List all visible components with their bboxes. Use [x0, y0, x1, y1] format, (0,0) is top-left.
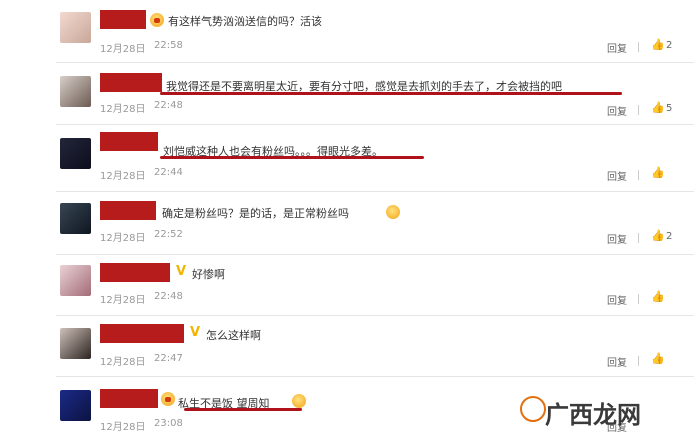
crown-badge-icon	[161, 392, 175, 406]
comment-date: 12月28日	[100, 104, 146, 115]
comment-item: 刘恺威这种人也会有粉丝吗。。。得眼光多差。 12月28日 22:44 回复 👍	[0, 124, 700, 194]
redacted-username	[100, 263, 170, 282]
user-avatar[interactable]	[60, 390, 91, 421]
user-avatar[interactable]	[60, 76, 91, 107]
comment-list: 有这样气势汹汹送信的吗？活该 12月28日 22:58 回复 👍 2 我觉得还是…	[0, 0, 700, 441]
redacted-username	[100, 201, 156, 220]
user-avatar[interactable]	[60, 328, 91, 359]
redacted-username	[100, 324, 184, 343]
like-icon[interactable]: 👍	[651, 229, 665, 242]
comment-time: 22:52	[154, 229, 183, 240]
comment-date: 12月28日	[100, 44, 146, 55]
comment-date: 12月28日	[100, 171, 146, 182]
comment-item: 我觉得还是不要离明星太近，要有分寸吧，感觉是去抓刘的手去了，才会被挡的吧 12月…	[0, 62, 700, 125]
comment-text: 有这样气势汹汹送信的吗？活该	[168, 15, 322, 28]
comment-item: 确定是粉丝吗？是的话，是正常粉丝吗 12月28日 22:52 回复 👍 2	[0, 191, 700, 257]
comment-underline	[160, 156, 424, 159]
user-avatar[interactable]	[60, 138, 91, 169]
comment-date: 12月28日	[100, 357, 146, 368]
reply-button[interactable]: 回复	[607, 354, 627, 369]
comment-item: V 好惨啊 12月28日 22:48 回复 👍	[0, 254, 700, 316]
reply-button[interactable]: 回复	[607, 168, 627, 183]
comment-underline	[184, 408, 302, 411]
reply-button[interactable]: 回复	[607, 292, 627, 307]
comment-underline	[160, 92, 622, 95]
redacted-username	[100, 73, 162, 92]
v-badge-icon: V	[190, 325, 201, 340]
like-icon[interactable]: 👍	[651, 38, 665, 51]
action-separator	[638, 170, 639, 180]
redacted-username	[100, 389, 158, 408]
action-separator	[638, 42, 639, 52]
user-avatar[interactable]	[60, 265, 91, 296]
watermark: 广西龙网	[545, 401, 641, 429]
like-icon[interactable]: 👍	[651, 166, 665, 179]
action-separator	[638, 294, 639, 304]
comment-time: 23:08	[154, 418, 183, 429]
comment-date: 12月28日	[100, 295, 146, 306]
comment-text: 好惨啊	[192, 268, 225, 281]
like-count: 5	[666, 103, 673, 114]
comment-time: 22:44	[154, 167, 183, 178]
comment-text: 确定是粉丝吗？是的话，是正常粉丝吗	[162, 207, 349, 220]
comment-time: 22:58	[154, 40, 183, 51]
action-separator	[638, 356, 639, 366]
comment-item: V 怎么这样啊 12月28日 22:47 回复 👍	[0, 316, 700, 378]
comment-time: 22:48	[154, 291, 183, 302]
comment-item: 有这样气势汹汹送信的吗？活该 12月28日 22:58 回复 👍 2	[0, 0, 700, 63]
redacted-username	[100, 10, 146, 29]
reply-button[interactable]: 回复	[607, 103, 627, 118]
v-badge-icon: V	[176, 264, 187, 279]
redacted-username	[100, 132, 158, 151]
like-count: 2	[666, 231, 673, 242]
comment-date: 12月28日	[100, 233, 146, 244]
action-separator	[638, 105, 639, 115]
user-avatar[interactable]	[60, 203, 91, 234]
like-icon[interactable]: 👍	[651, 352, 665, 365]
reply-button[interactable]: 回复	[607, 40, 627, 55]
site-logo-icon	[520, 396, 546, 422]
user-avatar[interactable]	[60, 12, 91, 43]
crown-badge-icon	[150, 13, 164, 27]
like-icon[interactable]: 👍	[651, 290, 665, 303]
like-count: 2	[666, 40, 673, 51]
laughing-emoji-icon	[386, 205, 400, 219]
comment-text: 怎么这样啊	[206, 329, 261, 342]
like-icon[interactable]: 👍	[651, 101, 665, 114]
comment-date: 12月28日	[100, 422, 146, 433]
action-separator	[638, 233, 639, 243]
comment-time: 22:48	[154, 100, 183, 111]
crying-emoji-icon	[292, 394, 306, 408]
reply-button[interactable]: 回复	[607, 231, 627, 246]
comment-time: 22:47	[154, 353, 183, 364]
